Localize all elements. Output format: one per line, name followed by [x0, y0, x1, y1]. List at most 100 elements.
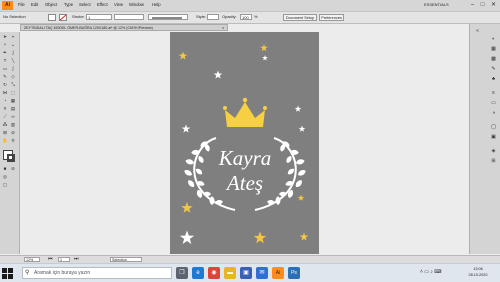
eyedropper-tool-icon[interactable]: ⟋ — [2, 114, 8, 120]
free-transform-tool-icon[interactable]: ⬚ — [10, 90, 16, 96]
zoom-field[interactable]: 12% — [24, 257, 40, 262]
artboard[interactable]: Kayra Ateş — [170, 32, 319, 254]
opacity-field[interactable]: 100 — [240, 14, 252, 20]
paintbrush-tool-icon[interactable]: ʃ — [10, 66, 16, 72]
draw-mode-icon[interactable]: ◎ — [2, 174, 8, 180]
lasso-tool-icon[interactable]: ᴗ — [10, 42, 16, 48]
none-mode-icon[interactable]: ⊘ — [10, 166, 16, 172]
scale-tool-icon[interactable]: ⤡ — [10, 82, 16, 88]
color-mode-icon[interactable]: ■ — [2, 166, 8, 172]
fill-swatch[interactable] — [48, 14, 56, 21]
minimize-button[interactable]: – — [468, 1, 477, 9]
type-tool-icon[interactable]: T — [2, 58, 8, 64]
zoom-tool-icon[interactable]: ⚲ — [10, 138, 16, 144]
artboards-panel-icon[interactable]: ⊞ — [490, 158, 497, 165]
white-star-icon — [179, 230, 195, 244]
rotate-tool-icon[interactable]: ↻ — [2, 82, 8, 88]
menu-file[interactable]: File — [18, 2, 25, 7]
name-second-line: Ateş — [225, 171, 263, 195]
illustrator-taskbar-icon[interactable]: Ai — [272, 267, 284, 279]
color-panel-icon[interactable]: ◐ — [490, 36, 497, 43]
selection-status: No Selection — [3, 14, 26, 19]
hand-tool-icon[interactable]: ✋ — [2, 138, 8, 144]
windows-taskbar: Aramak için buraya yazın ⚲ ❐ e ◉ ▬ ▣ ✉ A… — [0, 263, 500, 282]
stroke-panel-icon[interactable]: ≡ — [490, 90, 497, 97]
magic-wand-tool-icon[interactable]: ✧ — [2, 42, 8, 48]
blend-tool-icon[interactable]: ∞ — [10, 114, 16, 120]
symbols-panel-icon[interactable]: ♣ — [490, 76, 497, 83]
opacity-label[interactable]: Opacity: — [222, 14, 237, 19]
selection-tool-icon[interactable]: ➤ — [2, 34, 8, 40]
taskbar-search-input[interactable]: Aramak için buraya yazın — [22, 267, 172, 279]
artboard-number-field[interactable]: 1 — [58, 257, 70, 262]
illustrator-logo-icon: Ai — [2, 1, 13, 10]
document-tab[interactable]: ZEYTİNDALI TAÇ MODEL ÖMER-BUĞRA 120X180.… — [20, 24, 228, 31]
system-tray-icons[interactable]: ˄ ▭ ♪ ⌨ — [420, 269, 442, 275]
pen-tool-icon[interactable]: ✒ — [2, 50, 8, 56]
store-icon[interactable]: ▣ — [240, 267, 252, 279]
curvature-tool-icon[interactable]: ∫ — [10, 50, 16, 56]
menu-bar: Ai File Edit Object Type Select Effect V… — [0, 0, 500, 12]
collapse-panels-icon[interactable]: « — [474, 28, 481, 35]
last-artboard-icon[interactable]: ⏭ — [74, 256, 79, 262]
document-setup-button[interactable]: Document Setup — [283, 14, 317, 21]
name-first-line: Kayra — [218, 146, 272, 170]
line-tool-icon[interactable]: ╲ — [10, 58, 16, 64]
edge-browser-icon[interactable]: e — [192, 267, 204, 279]
width-tool-icon[interactable]: ⋈ — [2, 90, 8, 96]
close-tab-icon[interactable]: × — [222, 24, 228, 31]
taskbar-clock[interactable]: 13:06 28.10.2020 — [460, 267, 496, 278]
gradient-panel-icon[interactable]: ▭ — [490, 100, 497, 107]
mesh-tool-icon[interactable]: # — [2, 106, 8, 112]
close-button[interactable]: ✕ — [489, 1, 498, 9]
windows-start-icon[interactable] — [2, 268, 13, 279]
menu-window[interactable]: Window — [129, 2, 144, 7]
menu-select[interactable]: Select — [79, 2, 91, 7]
appearance-panel-icon[interactable]: ◯ — [490, 124, 497, 131]
variable-width-profile[interactable] — [114, 14, 144, 20]
menu-edit[interactable]: Edit — [31, 2, 38, 7]
gold-star-icon — [181, 202, 193, 213]
menu-view[interactable]: View — [114, 2, 123, 7]
symbol-sprayer-tool-icon[interactable]: ⁂ — [2, 122, 8, 128]
direct-selection-tool-icon[interactable]: ➢ — [10, 34, 16, 40]
rectangle-tool-icon[interactable]: ▭ — [2, 66, 8, 72]
shape-builder-tool-icon[interactable]: ◔ — [2, 98, 8, 104]
no-stroke-icon — [60, 15, 66, 20]
slice-tool-icon[interactable]: ⊘ — [10, 130, 16, 136]
menu-help[interactable]: Help — [152, 2, 161, 7]
artboard-artwork: Kayra Ateş — [178, 44, 309, 244]
stroke-weight-field[interactable]: 1 — [86, 14, 112, 20]
preferences-button[interactable]: Preferences — [319, 14, 344, 21]
maximize-button[interactable]: □ — [478, 1, 487, 9]
photoshop-taskbar-icon[interactable]: Ps — [288, 267, 300, 279]
current-tool-status[interactable]: Selection — [110, 257, 142, 262]
column-graph-tool-icon[interactable]: ▥ — [10, 122, 16, 128]
first-artboard-icon[interactable]: ⏮ — [48, 256, 53, 262]
brush-definition[interactable] — [148, 14, 188, 20]
menu-object[interactable]: Object — [45, 2, 57, 7]
stroke-color-swatch[interactable] — [7, 154, 15, 162]
screen-mode-icon[interactable]: ▢ — [2, 182, 8, 188]
swatches-panel-icon[interactable]: ▩ — [490, 56, 497, 63]
task-view-icon[interactable]: ❐ — [176, 267, 188, 279]
eraser-tool-icon[interactable]: ◇ — [10, 74, 16, 80]
transparency-panel-icon[interactable]: ◑ — [490, 110, 497, 117]
color-guide-icon[interactable]: ▦ — [490, 46, 497, 53]
white-star-icon — [294, 105, 302, 112]
graphic-style-picker[interactable] — [207, 14, 219, 20]
pencil-tool-icon[interactable]: ✎ — [2, 74, 8, 80]
mail-icon[interactable]: ✉ — [256, 267, 268, 279]
stroke-swatch[interactable] — [59, 14, 67, 21]
workspace-switcher[interactable]: ESSENTIALS — [424, 2, 449, 7]
perspective-grid-tool-icon[interactable]: ▦ — [10, 98, 16, 104]
gradient-tool-icon[interactable]: ▤ — [10, 106, 16, 112]
file-explorer-icon[interactable]: ▬ — [224, 267, 236, 279]
artboard-tool-icon[interactable]: ⊞ — [2, 130, 8, 136]
brushes-panel-icon[interactable]: ✎ — [490, 66, 497, 73]
menu-type[interactable]: Type — [64, 2, 73, 7]
graphic-styles-panel-icon[interactable]: ▣ — [490, 134, 497, 141]
layers-panel-icon[interactable]: ◈ — [490, 148, 497, 155]
chrome-browser-icon[interactable]: ◉ — [208, 267, 220, 279]
menu-effect[interactable]: Effect — [97, 2, 108, 7]
